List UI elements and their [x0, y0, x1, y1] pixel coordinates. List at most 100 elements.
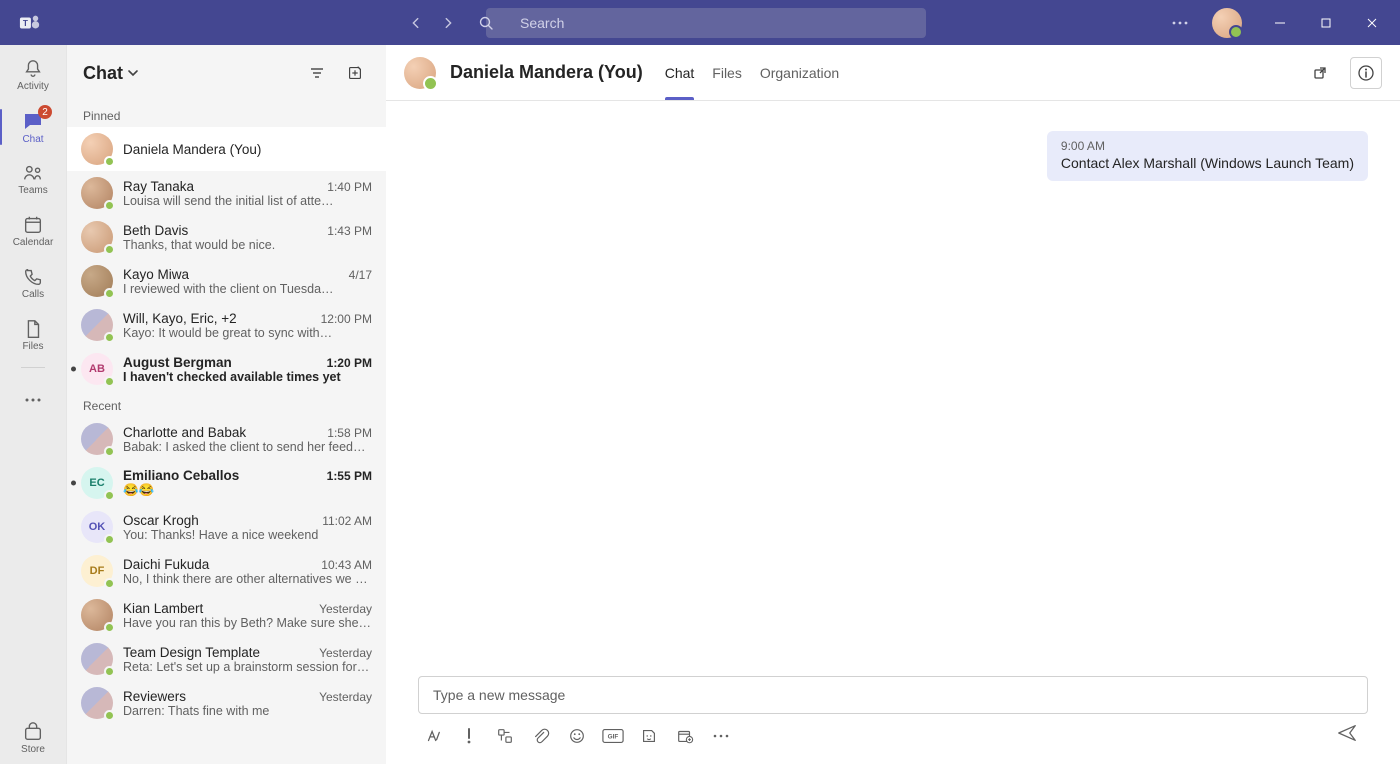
chat-list-item[interactable]: ECEmiliano Ceballos1:55 PM😂😂 [67, 461, 386, 505]
section-recent-label: Recent [67, 391, 386, 417]
filter-button[interactable] [302, 58, 332, 88]
chat-list-item[interactable]: Beth Davis1:43 PMThanks, that would be n… [67, 215, 386, 259]
rail-item-activity[interactable]: Activity [0, 49, 66, 101]
format-button[interactable] [422, 725, 444, 747]
rail-label: Chat [22, 134, 43, 145]
presence-icon [104, 666, 115, 677]
popout-chat-button[interactable] [1304, 57, 1336, 89]
chat-time: Yesterday [319, 646, 372, 660]
rail-separator [21, 367, 45, 368]
chat-list-item[interactable]: Kian Lambert YesterdayHave you ran this b… [67, 593, 386, 637]
message-bubble: 9:00 AMContact Alex Marshall (Windows La… [1047, 131, 1368, 181]
svg-text:T: T [23, 18, 28, 27]
chat-list-item[interactable]: Ray Tanaka 1:40 PMLouisa will send the in… [67, 171, 386, 215]
chat-preview: Kayo: It would be great to sync with… [123, 326, 372, 340]
schedule-meeting-button[interactable] [674, 725, 696, 747]
section-pinned-label: Pinned [67, 101, 386, 127]
chat-avatar: DF [81, 555, 113, 587]
nav-forward-button[interactable] [434, 9, 462, 37]
chat-list-item[interactable]: Team Design TemplateYesterdayReta: Let's… [67, 637, 386, 681]
unread-dot [71, 481, 76, 486]
chat-list-item[interactable]: Charlotte and Babak1:58 PMBabak: I asked… [67, 417, 386, 461]
chat-name: Daniela Mandera (You) [123, 142, 372, 157]
chat-list-item[interactable]: DFDaichi Fukuda10:43 AMNo, I think there… [67, 549, 386, 593]
conversation-tab-organization[interactable]: Organization [760, 45, 839, 100]
nav-back-button[interactable] [402, 9, 430, 37]
chat-preview: Have you ran this by Beth? Make sure she… [123, 616, 372, 630]
chat-list-item[interactable]: ABAugust Bergman1:20 PMI haven't checked… [67, 347, 386, 391]
chat-panel-title: Chat [83, 63, 123, 84]
chat-name: Team Design Template [123, 645, 313, 660]
chat-details-button[interactable] [1350, 57, 1382, 89]
priority-button[interactable] [458, 725, 480, 747]
chat-list-item[interactable]: OKOscar Krogh11:02 AMYou: Thanks! Have a… [67, 505, 386, 549]
rail-item-calls[interactable]: Calls [0, 257, 66, 309]
rail-item-files[interactable]: Files [0, 309, 66, 361]
chat-list-item[interactable]: Daniela Mandera (You) [67, 127, 386, 171]
unread-dot [71, 367, 76, 372]
conversation-tab-chat[interactable]: Chat [665, 45, 695, 100]
chat-avatar [81, 599, 113, 631]
conversation-header: Daniela Mandera (You) Chat Files Organizat… [386, 45, 1400, 101]
titlebar-more-button[interactable] [1164, 7, 1196, 39]
attach-button[interactable] [530, 725, 552, 747]
compose-more-button[interactable] [710, 725, 732, 747]
chat-time: 10:43 AM [321, 558, 372, 572]
chat-time: 1:58 PM [327, 426, 372, 440]
window-minimize-button[interactable] [1258, 0, 1302, 45]
chat-avatar [81, 423, 113, 455]
chat-name: Ray Tanaka [123, 179, 321, 194]
chat-time: Yesterday [319, 602, 372, 616]
conversation-tab-files[interactable]: Files [712, 45, 742, 100]
chat-panel-title-dropdown[interactable]: Chat [83, 63, 139, 84]
chat-name: Kian Lambert [123, 601, 313, 616]
presence-icon [104, 446, 115, 457]
sticker-button[interactable] [638, 725, 660, 747]
window-close-button[interactable] [1350, 0, 1394, 45]
chat-list-item[interactable]: Kayo Miwa4/17I reviewed with the client … [67, 259, 386, 303]
calls-icon [22, 266, 44, 288]
chat-time: 1:40 PM [327, 180, 372, 194]
chat-avatar: AB [81, 353, 113, 385]
rail-label: Files [22, 341, 43, 352]
profile-avatar-button[interactable] [1212, 8, 1242, 38]
chat-avatar: EC [81, 467, 113, 499]
chat-list-item[interactable]: Will, Kayo, Eric, +2 12:00 PMKayo: It wou… [67, 303, 386, 347]
conversation-title: Daniela Mandera (You) [450, 62, 643, 83]
rail-item-calendar[interactable]: Calendar [0, 205, 66, 257]
chevron-down-icon [127, 67, 139, 79]
presence-icon [104, 534, 115, 545]
presence-icon [104, 244, 115, 255]
chat-avatar [81, 643, 113, 675]
rail-badge: 2 [38, 105, 52, 119]
chat-list-item[interactable]: ReviewersYesterdayDarren: Thats fine wit… [67, 681, 386, 725]
presence-icon [104, 200, 115, 211]
chat-preview: Louisa will send the initial list of att… [123, 194, 372, 208]
chat-time: 12:00 PM [321, 312, 372, 326]
chat-avatar [81, 221, 113, 253]
loop-button[interactable] [494, 725, 516, 747]
rail-label: Calendar [13, 237, 54, 248]
rail-item-chat[interactable]: 2 Chat [0, 101, 66, 153]
new-chat-button[interactable] [340, 58, 370, 88]
message-input[interactable]: Type a new message [418, 676, 1368, 714]
gif-button[interactable]: GIF [602, 725, 624, 747]
send-button[interactable] [1336, 722, 1364, 750]
title-bar: T [0, 0, 1400, 45]
rail-store-button[interactable]: Store [0, 712, 66, 764]
chat-preview: Thanks, that would be nice. [123, 238, 372, 252]
chat-name: Will, Kayo, Eric, +2 [123, 311, 315, 326]
window-maximize-button[interactable] [1304, 0, 1348, 45]
rail-more-button[interactable] [0, 374, 66, 426]
chat-list: Pinned Daniela Mandera (You) Ray Tanaka 1:… [67, 101, 386, 764]
conversation-pane: Daniela Mandera (You) Chat Files Organizat… [386, 45, 1400, 764]
rail-store-label: Store [21, 744, 45, 755]
chat-time: 1:43 PM [327, 224, 372, 238]
rail-item-teams[interactable]: Teams [0, 153, 66, 205]
svg-text:GIF: GIF [608, 734, 619, 741]
chat-name: Charlotte and Babak [123, 425, 321, 440]
rail-label: Activity [17, 81, 49, 92]
search-input[interactable] [486, 8, 926, 38]
emoji-button[interactable] [566, 725, 588, 747]
presence-icon [104, 332, 115, 343]
